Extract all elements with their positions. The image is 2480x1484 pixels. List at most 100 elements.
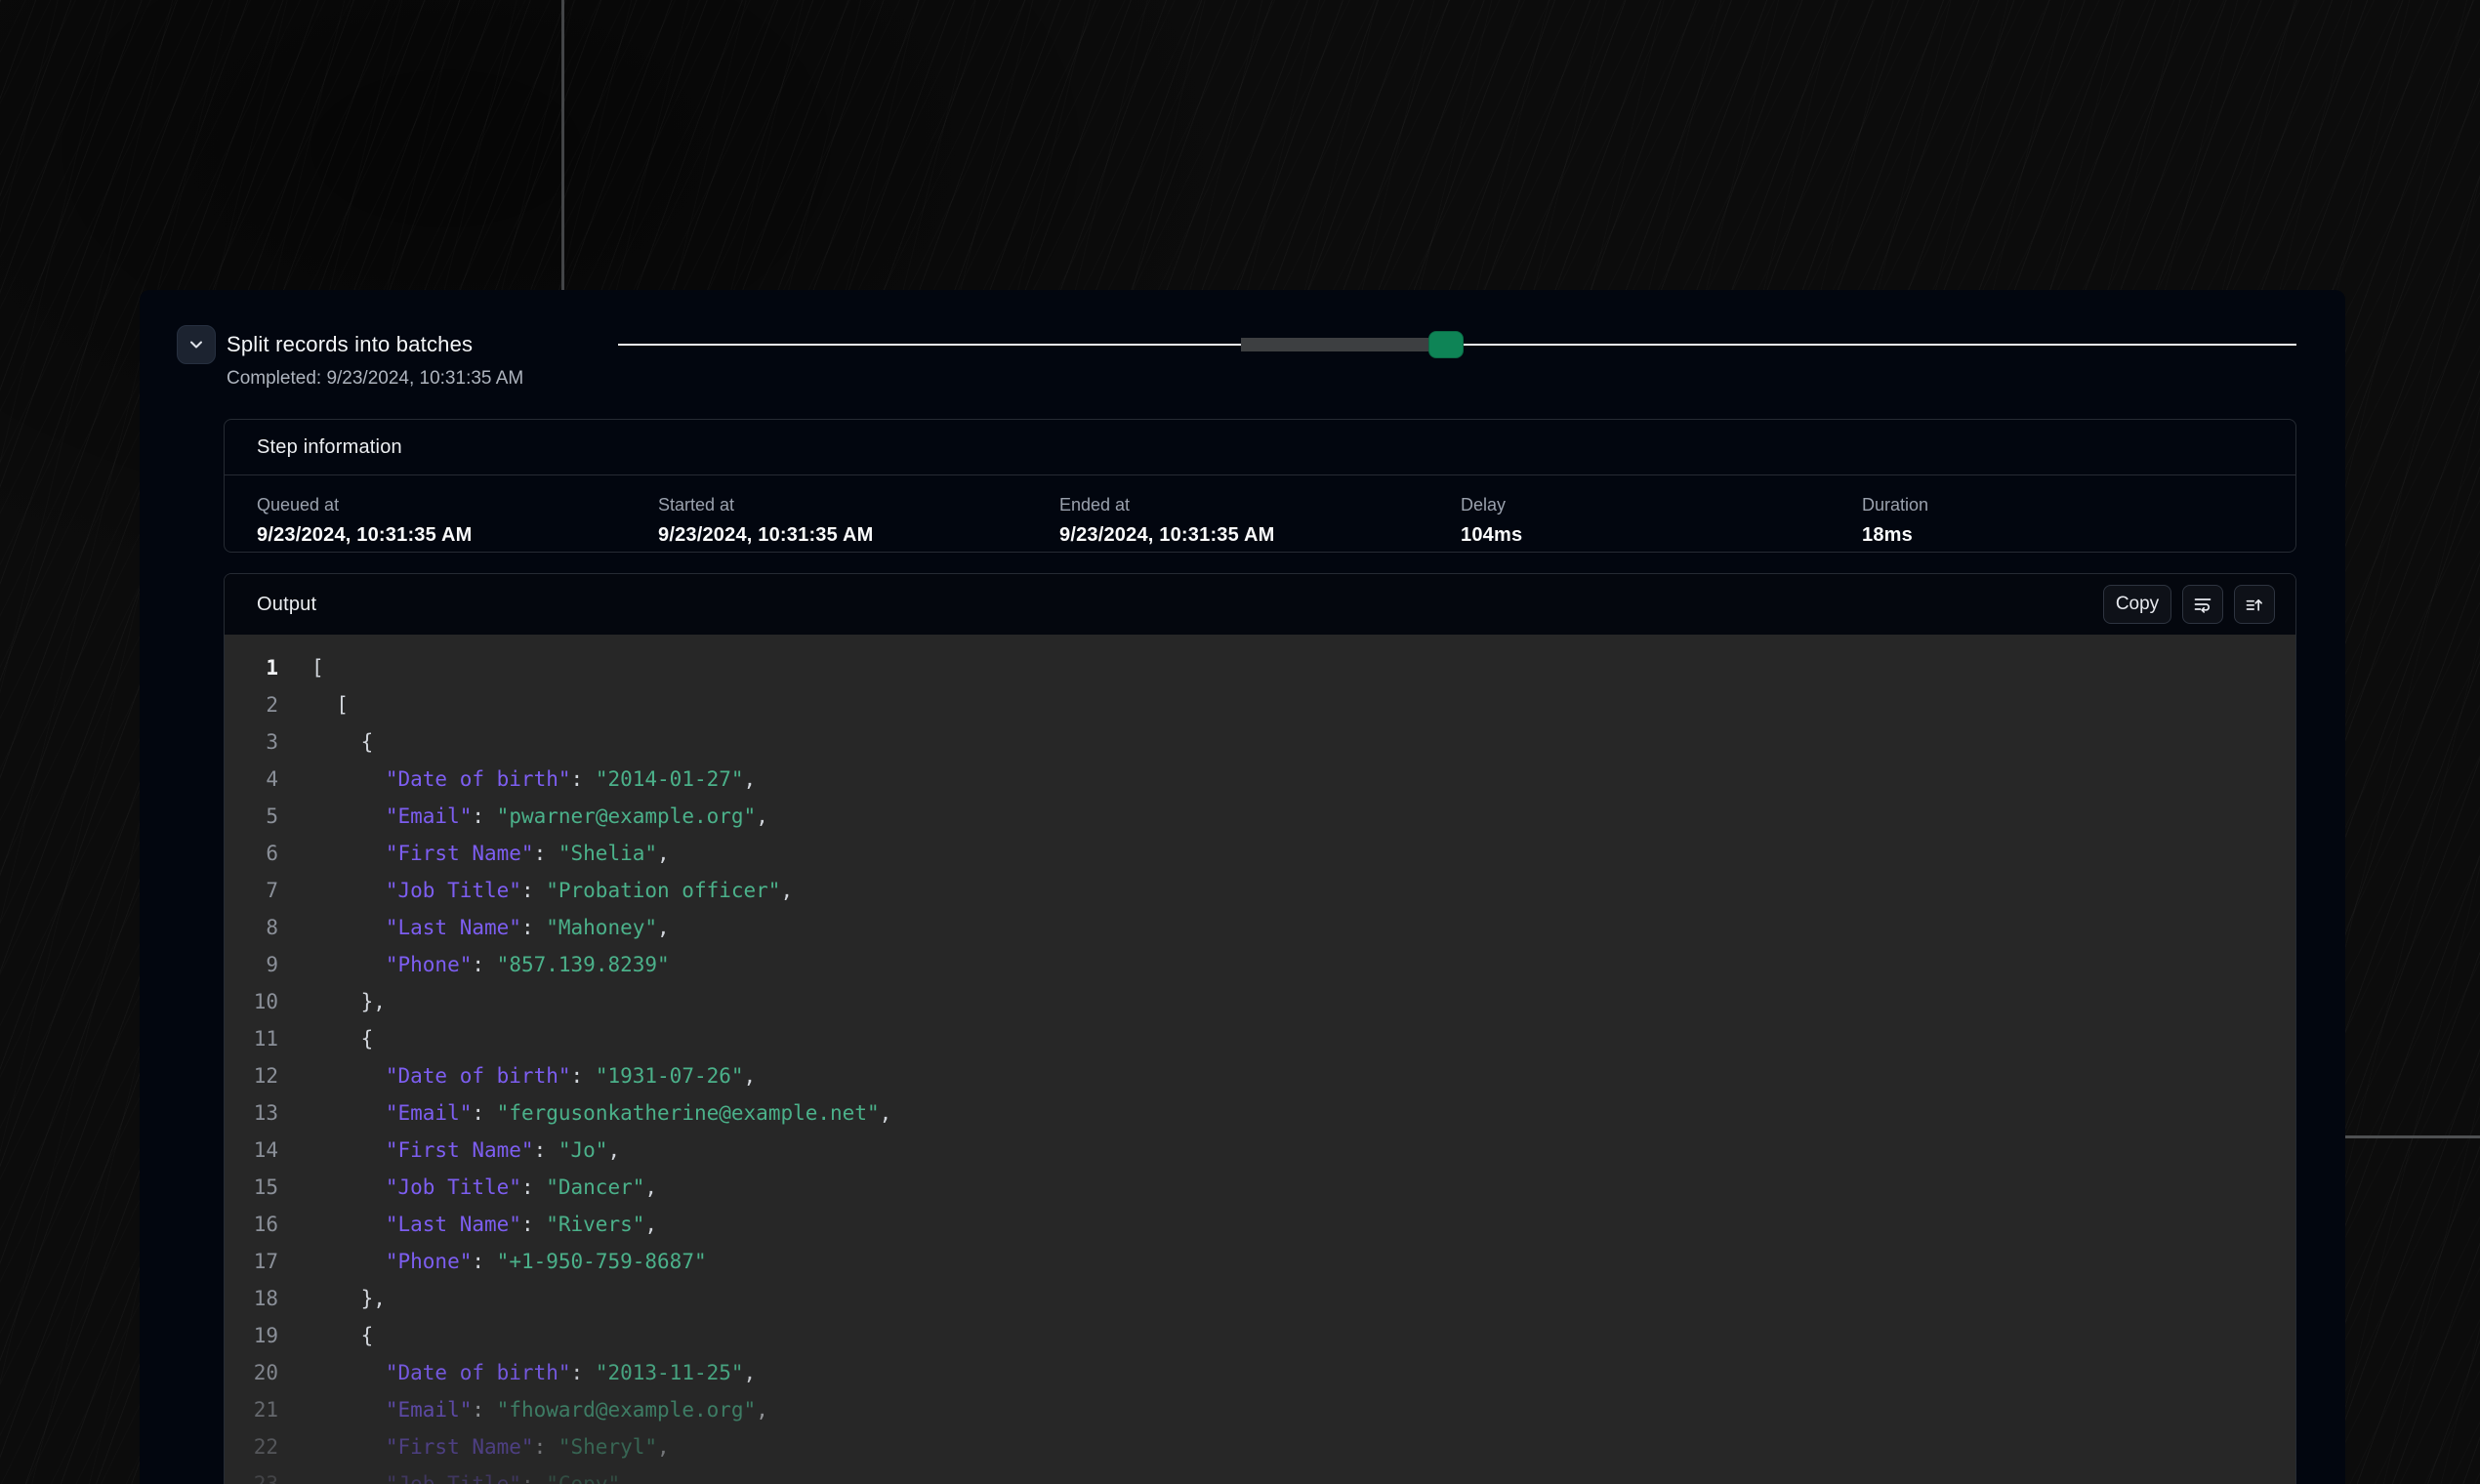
code-token: : (571, 1361, 596, 1384)
code-line: 4 "Date of birth": "2014-01-27", (225, 761, 2295, 798)
field-label: Started at (658, 495, 1059, 515)
code-line: 10 }, (225, 983, 2295, 1020)
code-token: "Copy" (546, 1472, 620, 1484)
step-header: Split records into batches Completed: 9/… (177, 325, 2296, 401)
code-line: 23 "Job Title": "Copy", (225, 1465, 2295, 1484)
code-text: "Date of birth": "2013-11-25", (311, 1354, 756, 1391)
code-token: , (744, 767, 757, 791)
output-code-viewer[interactable]: 1[2 [3 {4 "Date of birth": "2014-01-27",… (225, 635, 2295, 1484)
line-number: 6 (225, 835, 278, 872)
code-line: 12 "Date of birth": "1931-07-26", (225, 1057, 2295, 1094)
code-line: 9 "Phone": "857.139.8239" (225, 946, 2295, 983)
line-number: 17 (225, 1243, 278, 1280)
code-line: 18 }, (225, 1280, 2295, 1317)
code-text: "Last Name": "Mahoney", (311, 909, 670, 946)
step-information-title: Step information (257, 436, 402, 459)
code-text: "Last Name": "Rivers", (311, 1206, 657, 1243)
code-token: , (620, 1472, 633, 1484)
step-title: Split records into batches (227, 332, 473, 357)
scroll-to-top-button[interactable] (2234, 585, 2275, 624)
code-text: }, (311, 1280, 386, 1317)
output-card: Output Copy (224, 573, 2296, 1484)
field-label: Duration (1862, 495, 2263, 515)
code-text: "Email": "fergusonkatherine@example.net"… (311, 1094, 891, 1132)
background-vertical-line (561, 0, 564, 291)
line-number: 18 (225, 1280, 278, 1317)
code-token: "Shelia" (558, 842, 657, 865)
code-token: "Rivers" (546, 1213, 644, 1236)
step-info-field: Duration18ms (1862, 495, 2263, 547)
code-token: : (534, 1435, 558, 1459)
line-number: 11 (225, 1020, 278, 1057)
code-token: : (521, 879, 546, 902)
field-label: Queued at (257, 495, 658, 515)
code-token: "Sheryl" (558, 1435, 657, 1459)
timeline-track[interactable] (618, 344, 2296, 346)
field-value: 9/23/2024, 10:31:35 AM (257, 524, 658, 547)
code-token: : (521, 1472, 546, 1484)
timeline-scrubber-handle[interactable] (1428, 331, 1464, 358)
line-number: 15 (225, 1169, 278, 1206)
code-line: 19 { (225, 1317, 2295, 1354)
code-line: 2 [ (225, 686, 2295, 723)
code-token: "857.139.8239" (497, 953, 670, 976)
step-info-field: Delay104ms (1461, 495, 1862, 547)
field-label: Ended at (1059, 495, 1461, 515)
code-token: , (756, 1398, 768, 1422)
line-number: 19 (225, 1317, 278, 1354)
code-line: 7 "Job Title": "Probation officer", (225, 872, 2295, 909)
field-value: 9/23/2024, 10:31:35 AM (1059, 524, 1461, 547)
code-text: "First Name": "Sheryl", (311, 1428, 670, 1465)
code-token: "Job Title" (311, 879, 521, 902)
code-token: : (472, 804, 496, 828)
code-token: : (472, 1250, 496, 1273)
code-token: "Date of birth" (311, 1064, 571, 1088)
step-information-card: Step information Queued at9/23/2024, 10:… (224, 419, 2296, 553)
copy-button[interactable]: Copy (2103, 585, 2171, 624)
code-line: 17 "Phone": "+1-950-759-8687" (225, 1243, 2295, 1280)
code-token: : (472, 1101, 496, 1125)
code-token: }, (311, 1287, 386, 1310)
code-token: , (744, 1361, 757, 1384)
code-token: "Job Title" (311, 1175, 521, 1199)
line-number: 4 (225, 761, 278, 798)
code-token: , (657, 916, 670, 939)
step-info-field: Ended at 9/23/2024, 10:31:35 AM (1059, 495, 1461, 547)
code-token: : (472, 953, 496, 976)
code-token: "2014-01-27" (596, 767, 744, 791)
code-line: 3 { (225, 723, 2295, 761)
screen: Split records into batches Completed: 9/… (0, 0, 2480, 1484)
line-number: 20 (225, 1354, 278, 1391)
code-token: }, (311, 990, 386, 1013)
wrap-text-icon (2193, 595, 2212, 614)
code-token: { (311, 1324, 373, 1347)
step-information-header: Step information (225, 420, 2295, 475)
code-token: , (780, 879, 793, 902)
code-text: { (311, 723, 373, 761)
code-token: "2013-11-25" (596, 1361, 744, 1384)
code-text: "First Name": "Shelia", (311, 835, 670, 872)
line-number: 8 (225, 909, 278, 946)
code-token: , (644, 1213, 657, 1236)
line-number: 21 (225, 1391, 278, 1428)
field-value: 9/23/2024, 10:31:35 AM (658, 524, 1059, 547)
code-line: 1[ (225, 649, 2295, 686)
code-line: 11 { (225, 1020, 2295, 1057)
code-token: "Date of birth" (311, 1361, 571, 1384)
code-token: "First Name" (311, 1138, 534, 1162)
collapse-step-button[interactable] (177, 325, 216, 364)
code-token: : (534, 842, 558, 865)
code-token: , (756, 804, 768, 828)
line-number: 13 (225, 1094, 278, 1132)
wrap-text-button[interactable] (2182, 585, 2223, 624)
line-number: 1 (225, 649, 278, 686)
code-token: , (880, 1101, 892, 1125)
background-horizontal-line (2345, 1135, 2480, 1138)
code-token: "+1-950-759-8687" (497, 1250, 707, 1273)
code-token: { (311, 730, 373, 754)
code-line: 16 "Last Name": "Rivers", (225, 1206, 2295, 1243)
field-label: Delay (1461, 495, 1862, 515)
code-token: "Probation officer" (546, 879, 780, 902)
code-token: "Email" (311, 804, 472, 828)
code-token: "fhoward@example.org" (497, 1398, 757, 1422)
